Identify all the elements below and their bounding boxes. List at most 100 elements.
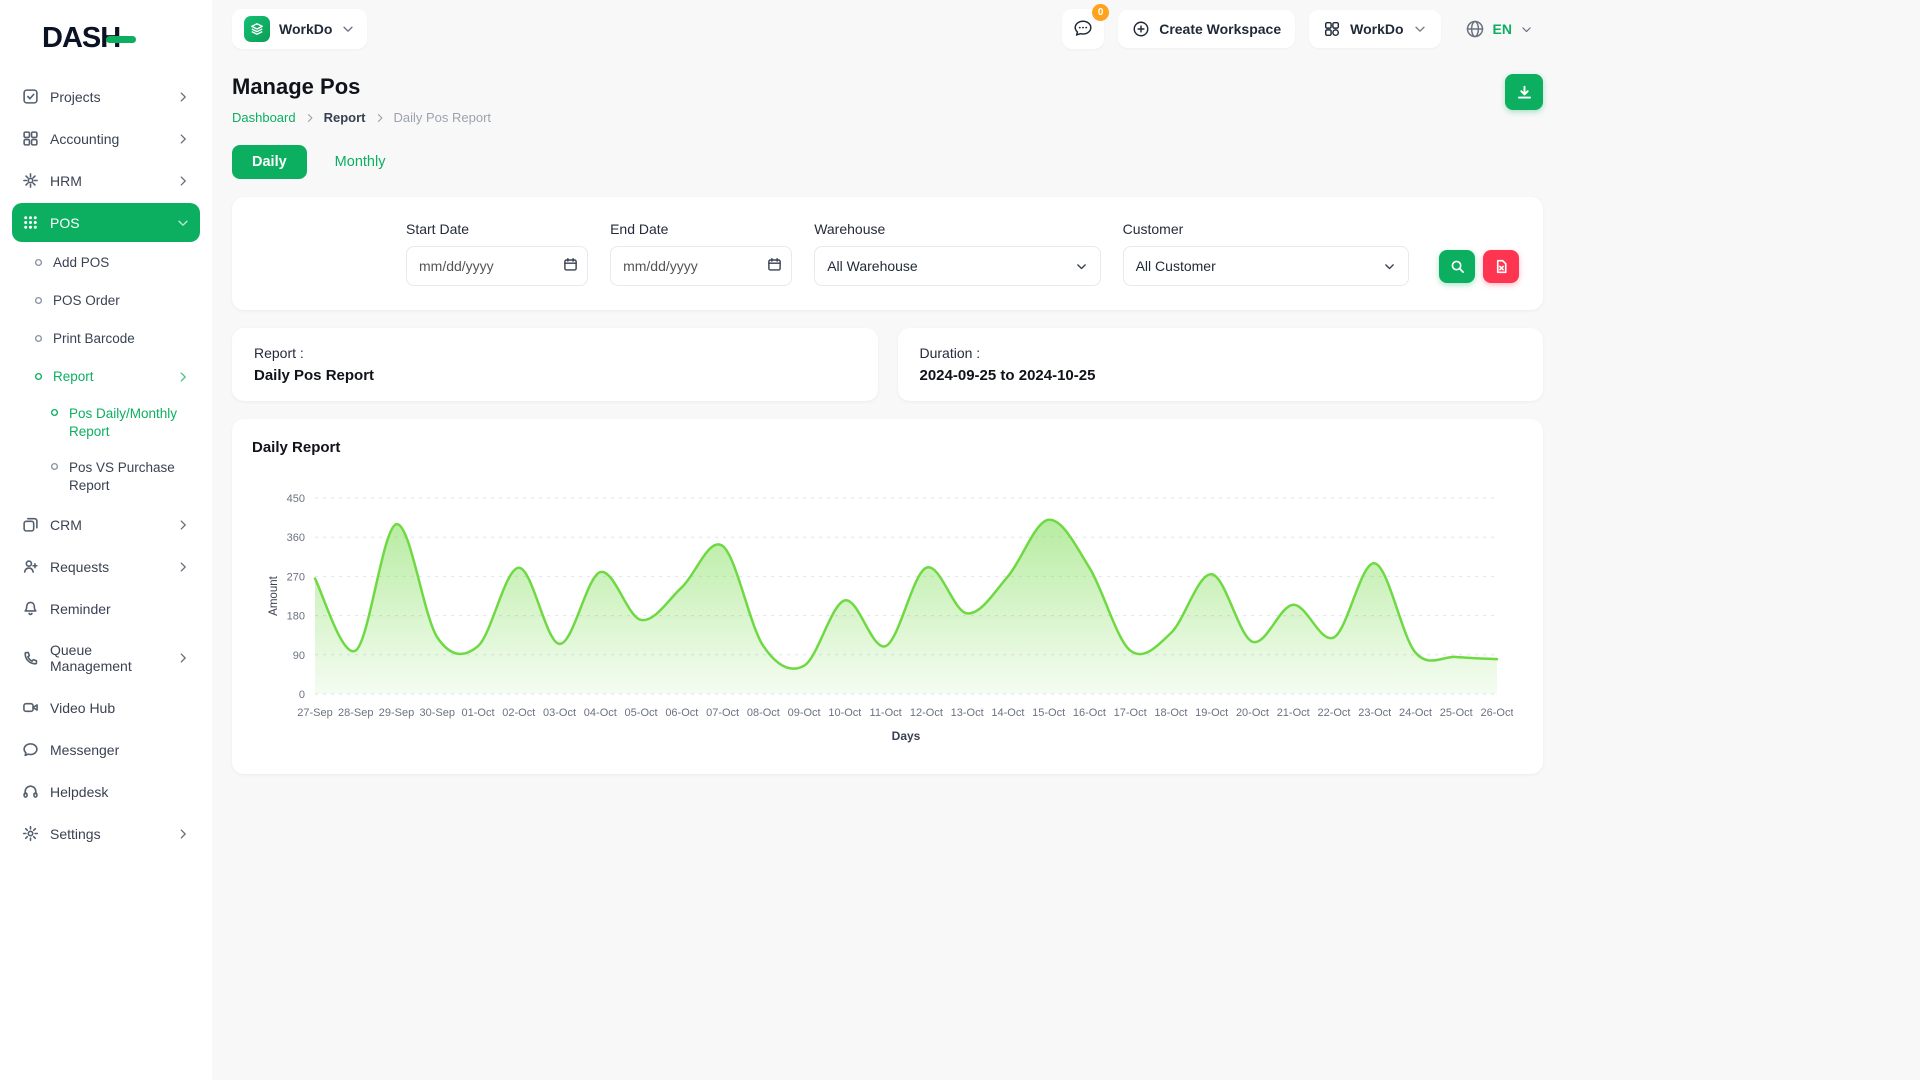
search-button[interactable] — [1439, 250, 1475, 283]
filter-card: Start Date End Date Warehouse All Wareho… — [232, 197, 1543, 310]
duration-info-card: Duration : 2024-09-25 to 2024-10-25 — [898, 328, 1544, 401]
chevron-down-icon — [1413, 22, 1427, 36]
daily-report-chart: 09018027036045027-Sep28-Sep29-Sep30-Sep0… — [252, 484, 1523, 746]
chevron-right-icon — [176, 651, 190, 665]
create-workspace-label: Create Workspace — [1159, 21, 1281, 37]
chart-title: Daily Report — [252, 439, 1523, 456]
chevron-down-icon — [1383, 260, 1396, 273]
end-date-label: End Date — [610, 221, 792, 237]
customer-select[interactable]: All Customer — [1123, 246, 1409, 286]
sidebar-item-report[interactable]: Report — [12, 359, 200, 394]
plus-circle-icon — [1132, 20, 1150, 38]
sidebar-item-label: POS — [50, 215, 80, 231]
chevron-down-icon — [176, 216, 190, 230]
workspace-menu-button[interactable]: WorkDo — [1309, 10, 1440, 48]
daily-report-chart-svg: 09018027036045027-Sep28-Sep29-Sep30-Sep0… — [263, 484, 1513, 746]
sidebar-item-helpdesk[interactable]: Helpdesk — [12, 772, 200, 811]
tab-monthly[interactable]: Monthly — [335, 154, 386, 170]
start-date-input[interactable] — [406, 246, 588, 286]
circle-bullet-icon — [50, 408, 59, 417]
svg-text:28-Sep: 28-Sep — [338, 707, 373, 719]
sidebar-item-pos-vs-purchase-report[interactable]: Pos VS Purchase Report — [12, 451, 200, 502]
svg-text:09-Oct: 09-Oct — [787, 707, 820, 719]
calendar-icon[interactable] — [563, 257, 578, 272]
svg-text:13-Oct: 13-Oct — [950, 707, 983, 719]
sidebar-item-pos-daily-monthly-report[interactable]: Pos Daily/Monthly Report — [12, 397, 200, 448]
check-square-icon — [22, 88, 39, 105]
breadcrumb: Dashboard Report Daily Pos Report — [232, 110, 491, 125]
sidebar-item-pos[interactable]: POS — [12, 203, 200, 242]
sidebar-item-hrm[interactable]: HRM — [12, 161, 200, 200]
daily-report-card: Daily Report 09018027036045027-Sep28-Sep… — [232, 419, 1543, 774]
end-date-field-group: End Date — [610, 221, 792, 286]
sidebar-item-reminder[interactable]: Reminder — [12, 589, 200, 628]
sidebar-item-print-barcode[interactable]: Print Barcode — [12, 321, 200, 356]
sidebar-item-accounting[interactable]: Accounting — [12, 119, 200, 158]
tab-daily[interactable]: Daily — [232, 145, 307, 179]
chevron-right-icon — [176, 827, 190, 841]
svg-text:360: 360 — [286, 532, 304, 544]
sidebar-item-video-hub[interactable]: Video Hub — [12, 688, 200, 727]
language-selector[interactable]: EN — [1455, 10, 1543, 48]
sidebar-item-projects[interactable]: Projects — [12, 77, 200, 116]
warehouse-label: Warehouse — [814, 221, 1100, 237]
sidebar-item-label: HRM — [50, 173, 82, 189]
report-value: Daily Pos Report — [254, 367, 856, 384]
duration-label: Duration : — [920, 345, 1522, 361]
search-icon — [1450, 259, 1465, 274]
download-button[interactable] — [1505, 74, 1543, 110]
sidebar-item-messenger[interactable]: Messenger — [12, 730, 200, 769]
info-cards-row: Report : Daily Pos Report Duration : 202… — [232, 328, 1543, 401]
gear-icon — [22, 825, 39, 842]
sidebar-item-label: Projects — [50, 89, 101, 105]
svg-text:0: 0 — [298, 689, 304, 701]
app-logo[interactable]: DASH — [42, 22, 120, 55]
svg-text:26-Oct: 26-Oct — [1480, 707, 1513, 719]
sidebar-item-pos-order[interactable]: POS Order — [12, 283, 200, 318]
report-label: Report : — [254, 345, 856, 361]
reset-button[interactable] — [1483, 250, 1519, 283]
user-plus-icon — [22, 558, 39, 575]
clear-file-icon — [1494, 259, 1509, 274]
breadcrumb-dashboard-link[interactable]: Dashboard — [232, 110, 296, 125]
sidebar-item-label: Pos VS Purchase Report — [69, 459, 194, 494]
phone-icon — [22, 650, 39, 667]
page-header: Manage Pos Dashboard Report Daily Pos Re… — [232, 74, 1543, 125]
svg-text:27-Sep: 27-Sep — [297, 707, 332, 719]
svg-text:01-Oct: 01-Oct — [461, 707, 494, 719]
messages-button[interactable]: 0 — [1062, 9, 1104, 49]
warehouse-select[interactable]: All Warehouse — [814, 246, 1100, 286]
svg-text:450: 450 — [286, 493, 304, 505]
sidebar: DASH Projects Accounting HR — [0, 0, 212, 1080]
sidebar-item-label: Video Hub — [50, 700, 115, 716]
svg-text:270: 270 — [286, 571, 304, 583]
workspace-selector[interactable]: WorkDo — [232, 9, 367, 49]
circle-bullet-icon — [34, 334, 43, 343]
svg-text:15-Oct: 15-Oct — [1032, 707, 1065, 719]
duration-value: 2024-09-25 to 2024-10-25 — [920, 367, 1522, 384]
svg-text:06-Oct: 06-Oct — [665, 707, 698, 719]
sidebar-item-add-pos[interactable]: Add POS — [12, 245, 200, 280]
sidebar-item-label: Add POS — [53, 255, 109, 270]
sidebar-item-label: Requests — [50, 559, 109, 575]
chevron-down-icon — [1520, 23, 1533, 36]
chevron-right-icon — [176, 370, 190, 384]
sidebar-item-queue-management[interactable]: Queue Management — [12, 631, 200, 685]
create-workspace-button[interactable]: Create Workspace — [1118, 10, 1295, 48]
svg-text:16-Oct: 16-Oct — [1072, 707, 1105, 719]
chevron-right-icon — [374, 112, 386, 124]
end-date-input[interactable] — [610, 246, 792, 286]
svg-text:12-Oct: 12-Oct — [909, 707, 942, 719]
topbar: WorkDo 0 Create Workspace WorkDo EN — [232, 0, 1543, 58]
calendar-icon[interactable] — [767, 257, 782, 272]
sidebar-item-settings[interactable]: Settings — [12, 814, 200, 853]
chevron-down-icon — [1075, 260, 1088, 273]
svg-text:07-Oct: 07-Oct — [706, 707, 739, 719]
sidebar-item-crm[interactable]: CRM — [12, 505, 200, 544]
circle-bullet-icon — [34, 372, 43, 381]
svg-text:25-Oct: 25-Oct — [1439, 707, 1472, 719]
sidebar-item-requests[interactable]: Requests — [12, 547, 200, 586]
sidebar-item-label: Settings — [50, 826, 101, 842]
svg-text:29-Sep: 29-Sep — [378, 707, 413, 719]
chat-bubble-icon — [1072, 18, 1094, 40]
